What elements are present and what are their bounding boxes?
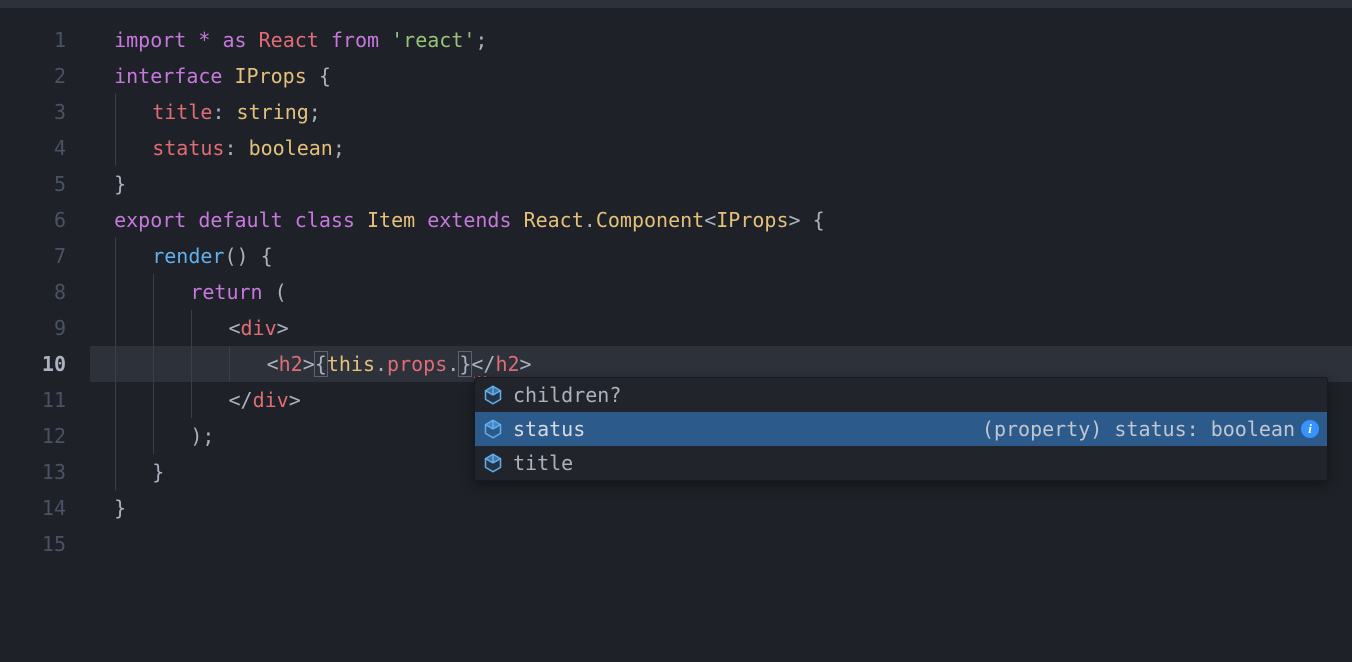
punctuation: () [224,244,248,268]
line-number: 1 [0,22,66,58]
punctuation: ; [309,100,321,124]
identifier-react: React [259,28,319,52]
keyword-import: import [114,28,186,52]
punctuation: > [303,352,315,376]
punctuation: > [277,316,289,340]
line-number-active: 10 [0,346,66,382]
namespace: React [524,208,584,232]
line-number: 6 [0,202,66,238]
keyword-interface: interface [114,64,222,88]
jsx-tag: div [241,316,277,340]
method-name: render [152,244,224,268]
type: string [237,100,309,124]
code-line[interactable]: interface IProps { [90,58,1352,94]
punctuation: ; [202,424,214,448]
autocomplete-popup[interactable]: children? status (property) status: bool… [474,377,1328,481]
punctuation: : [212,100,224,124]
line-number: 14 [0,490,66,526]
operator-star: * [198,28,210,52]
line-number: 2 [0,58,66,94]
code-line[interactable]: title: string; [90,94,1352,130]
code-line[interactable]: <div> [90,310,1352,346]
punctuation: > [789,208,801,232]
property-icon [483,419,503,439]
autocomplete-item-children[interactable]: children? [475,378,1327,412]
punctuation: ; [333,136,345,160]
punctuation: ( [275,280,287,304]
autocomplete-item-title[interactable]: title [475,446,1327,480]
punctuation: { [813,208,825,232]
punctuation: > [520,352,532,376]
jsx-expression-open: { [314,351,328,377]
punctuation: . [375,352,387,376]
punctuation: : [224,136,236,160]
punctuation: } [152,460,164,484]
code-line[interactable]: status: boolean; [90,130,1352,166]
editor-top-bar [0,0,1352,8]
punctuation: { [319,64,331,88]
keyword-export: export [114,208,186,232]
autocomplete-detail-text: (property) status: boolean [982,412,1295,446]
type-name: IProps [235,64,307,88]
autocomplete-detail: (property) status: boolean i [982,412,1319,446]
class-name: Item [367,208,415,232]
line-number: 9 [0,310,66,346]
autocomplete-label: status [513,412,585,446]
code-line[interactable]: } [90,490,1352,526]
code-line[interactable]: export default class Item extends React.… [90,202,1352,238]
punctuation: </ [228,388,252,412]
punctuation: </ [471,352,495,376]
code-content[interactable]: import * as React from 'react'; interfac… [90,8,1352,662]
code-line[interactable]: return ( [90,274,1352,310]
punctuation: ; [475,28,487,52]
punctuation: . [584,208,596,232]
property-key: title [152,100,212,124]
code-editor[interactable]: 1 2 3 4 5 6 7 8 9 10 11 12 13 14 15 impo… [0,8,1352,662]
jsx-tag: div [253,388,289,412]
code-line[interactable]: render() { [90,238,1352,274]
punctuation: ) [190,424,202,448]
keyword-default: default [198,208,282,232]
type: boolean [249,136,333,160]
punctuation: < [704,208,716,232]
property-key: status [152,136,224,160]
type-name: IProps [716,208,788,232]
line-number: 11 [0,382,66,418]
punctuation: } [114,496,126,520]
punctuation: } [114,172,126,196]
autocomplete-label: title [513,446,573,480]
line-number: 15 [0,526,66,562]
code-line[interactable]: import * as React from 'react'; [90,22,1352,58]
line-number: 13 [0,454,66,490]
line-number: 12 [0,418,66,454]
punctuation: { [261,244,273,268]
keyword-return: return [190,280,262,304]
property-icon [483,385,503,405]
autocomplete-label: children? [513,378,621,412]
string-module: 'react' [391,28,475,52]
line-number: 4 [0,130,66,166]
info-icon[interactable]: i [1301,420,1319,438]
class-name: Component [596,208,704,232]
jsx-tag: h2 [279,352,303,376]
keyword-from: from [331,28,379,52]
jsx-tag: h2 [495,352,519,376]
keyword-this: this [327,352,375,376]
line-number: 7 [0,238,66,274]
property: props [387,352,447,376]
punctuation: > [289,388,301,412]
keyword-as: as [222,28,246,52]
property-icon [483,453,503,473]
line-number: 3 [0,94,66,130]
punctuation: < [267,352,279,376]
line-number: 5 [0,166,66,202]
keyword-class: class [295,208,355,232]
keyword-extends: extends [427,208,511,232]
code-line[interactable]: } [90,166,1352,202]
line-number-gutter: 1 2 3 4 5 6 7 8 9 10 11 12 13 14 15 [0,8,90,662]
line-number: 8 [0,274,66,310]
punctuation: < [228,316,240,340]
autocomplete-item-status[interactable]: status (property) status: boolean i [475,412,1327,446]
code-line[interactable] [90,526,1352,562]
